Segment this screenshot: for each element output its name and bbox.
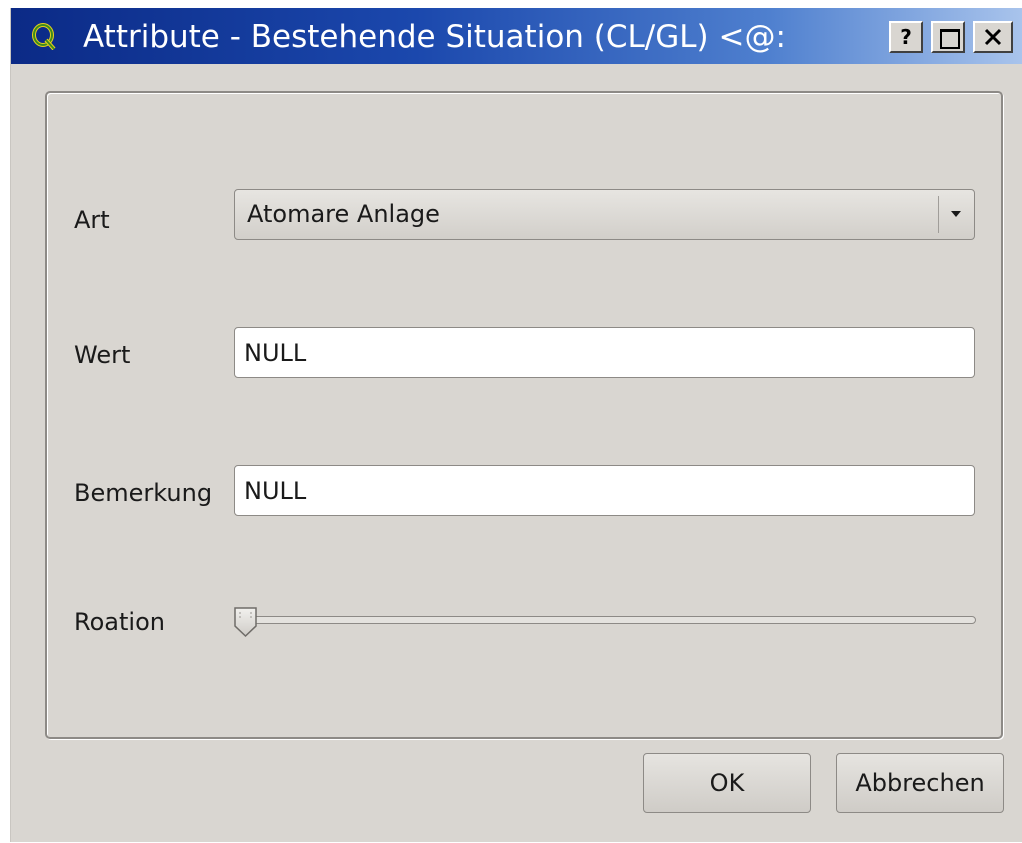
maximize-icon [940, 29, 960, 49]
dropdown-arrow-icon[interactable] [947, 202, 965, 224]
close-icon [984, 28, 1002, 46]
ok-button[interactable]: OK [643, 753, 811, 813]
title-bar[interactable]: Attribute - Bestehende Situation (CL/GL)… [11, 8, 1022, 64]
wert-label: Wert [74, 341, 131, 369]
qgis-logo-icon [32, 23, 56, 50]
rotation-slider-track[interactable] [241, 616, 976, 624]
help-button[interactable]: ? [889, 21, 923, 53]
close-button[interactable] [973, 21, 1013, 53]
rotation-slider-handle[interactable] [232, 606, 260, 638]
art-label: Art [74, 206, 110, 234]
art-combobox[interactable]: Atomare Anlage [234, 189, 975, 240]
art-selected-value: Atomare Anlage [247, 200, 440, 228]
cancel-button[interactable]: Abbrechen [836, 753, 1004, 813]
attribute-dialog: Attribute - Bestehende Situation (CL/GL)… [10, 8, 1022, 842]
help-icon: ? [900, 25, 912, 49]
rotation-label: Roation [74, 608, 165, 636]
bemerkung-input[interactable] [234, 465, 975, 516]
wert-input[interactable] [234, 327, 975, 378]
combo-separator [938, 196, 939, 233]
window-title: Attribute - Bestehende Situation (CL/GL)… [83, 19, 786, 55]
maximize-button[interactable] [931, 21, 965, 53]
bemerkung-label: Bemerkung [74, 479, 213, 507]
